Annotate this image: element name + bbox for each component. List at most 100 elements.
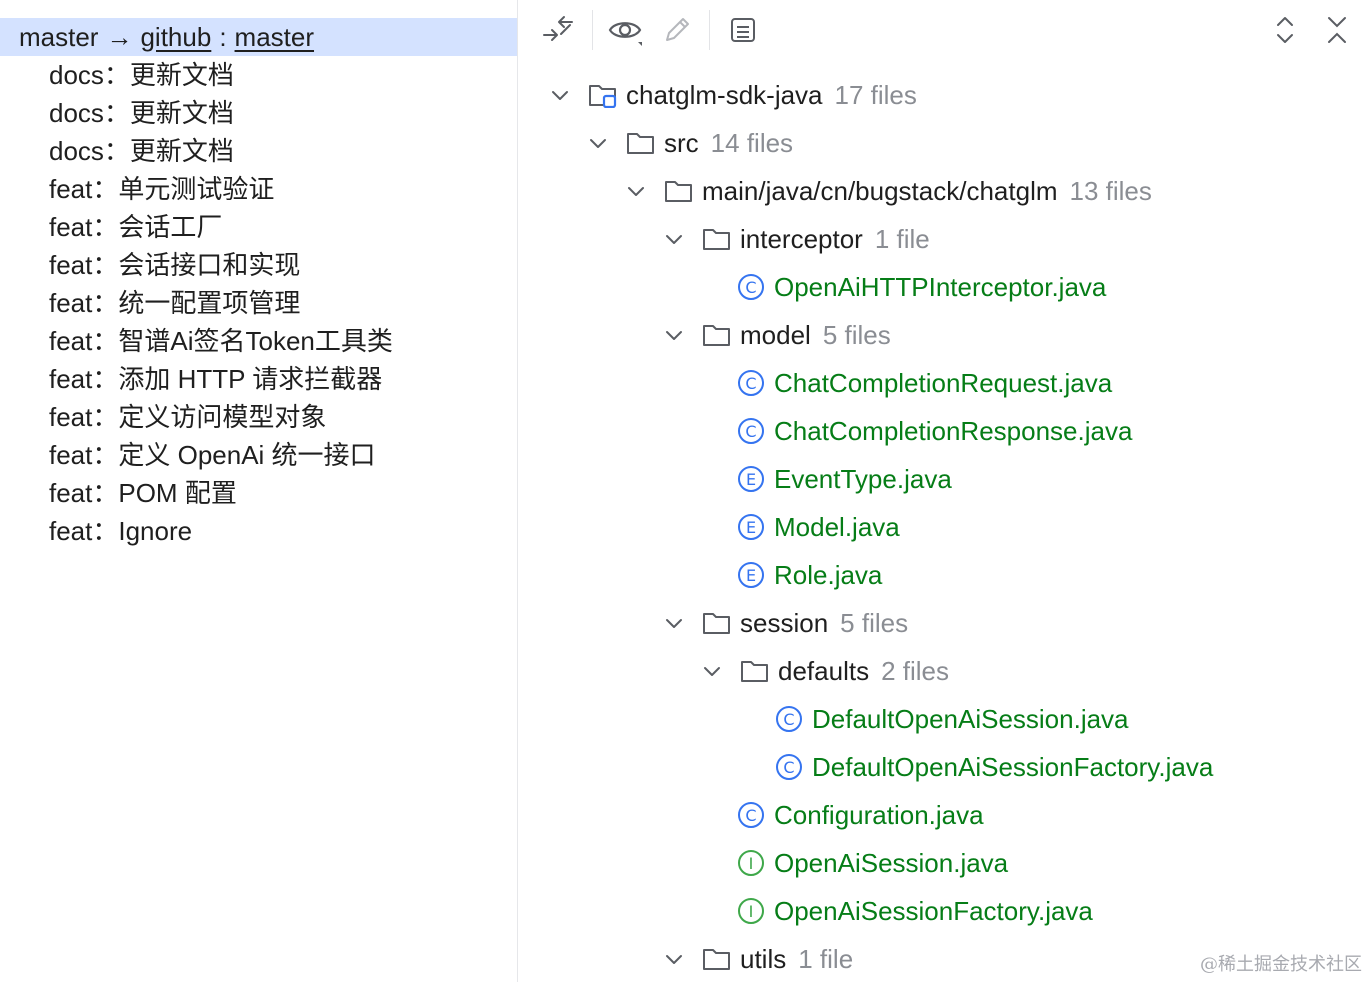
commit-item[interactable]: feat：单元测试验证 [49, 170, 393, 208]
file-count: 2 files [881, 655, 949, 686]
local-branch: master [19, 21, 99, 52]
commit-item[interactable]: feat：定义 OpenAi 统一接口 [49, 436, 393, 474]
remote-name-link[interactable]: github [140, 22, 211, 53]
toolbar [518, 0, 1370, 60]
class-icon: C [738, 370, 764, 396]
file-name: DefaultOpenAiSessionFactory.java [812, 751, 1214, 782]
class-icon: C [738, 418, 764, 444]
class-icon: C [738, 274, 764, 300]
tree-file-role[interactable]: E Role.java [738, 551, 882, 599]
file-name: ChatCompletionRequest.java [774, 367, 1113, 398]
folder-name: src [664, 127, 699, 158]
tree-node-session[interactable]: session 5 files [664, 599, 908, 647]
interface-icon: I [738, 850, 764, 876]
tree-file-openai-http-interceptor[interactable]: C OpenAiHTTPInterceptor.java [738, 263, 1106, 311]
tree-node-interceptor[interactable]: interceptor 1 file [664, 215, 930, 263]
folder-icon [741, 661, 768, 682]
close-icon[interactable] [1319, 12, 1355, 48]
class-icon: C [776, 754, 802, 780]
folder-icon [703, 325, 730, 346]
tree-node-src[interactable]: src 14 files [588, 119, 793, 167]
enum-icon: E [738, 514, 764, 540]
file-count: 1 file [874, 223, 930, 254]
file-name: Model.java [774, 511, 900, 542]
commit-item[interactable]: feat：定义访问模型对象 [49, 398, 393, 436]
tree-file-chat-completion-request[interactable]: C ChatCompletionRequest.java [738, 359, 1112, 407]
file-count: 14 files [710, 127, 794, 158]
folder-icon [703, 229, 730, 250]
commit-item[interactable]: docs：更新文档 [49, 56, 393, 94]
push-arrow-icon: → [106, 21, 133, 52]
folder-name: main/java/cn/bugstack/chatglm [702, 175, 1058, 206]
toolbar-separator [709, 10, 710, 50]
tree-node-root[interactable]: chatglm-sdk-java 17 files [550, 71, 917, 119]
tree-node-main[interactable]: main/java/cn/bugstack/chatglm 13 files [626, 167, 1152, 215]
interface-icon: I [738, 898, 764, 924]
commit-item[interactable]: feat：添加 HTTP 请求拦截器 [49, 360, 393, 398]
folder-icon [703, 613, 730, 634]
commit-item[interactable]: feat：POM 配置 [49, 474, 393, 512]
file-count: 5 files [822, 319, 891, 350]
file-name: Role.java [774, 559, 883, 590]
commit-item[interactable]: feat：会话工厂 [49, 208, 393, 246]
tree-file-chat-completion-response[interactable]: C ChatCompletionResponse.java [738, 407, 1132, 455]
commit-panel: master → github : master docs：更新文档 docs：… [0, 0, 518, 982]
file-name: Configuration.java [774, 799, 984, 830]
tree-file-openai-session[interactable]: I OpenAiSession.java [738, 839, 1008, 887]
edit-pencil-icon[interactable] [659, 12, 695, 48]
file-name: ChatCompletionResponse.java [774, 415, 1133, 446]
class-icon: C [738, 802, 764, 828]
module-folder-icon [589, 85, 617, 108]
toolbar-separator [592, 10, 593, 50]
file-name: EventType.java [774, 463, 952, 494]
commit-item[interactable]: docs：更新文档 [49, 132, 393, 170]
file-name: OpenAiHTTPInterceptor.java [774, 271, 1107, 302]
tree-file-default-openai-session[interactable]: C DefaultOpenAiSession.java [776, 695, 1129, 743]
enum-icon: E [738, 466, 764, 492]
commit-details-icon[interactable] [725, 12, 761, 48]
tree-file-openai-session-factory[interactable]: I OpenAiSessionFactory.java [738, 887, 1093, 935]
chevron-down-icon[interactable] [664, 229, 684, 249]
watermark: @稀土掘金技术社区 [1200, 954, 1362, 975]
tree-file-event-type[interactable]: E EventType.java [738, 455, 952, 503]
chevron-down-icon[interactable] [702, 661, 722, 681]
expand-collapse-icon[interactable] [1267, 12, 1303, 48]
commit-item[interactable]: docs：更新文档 [49, 94, 393, 132]
commit-item[interactable]: feat：智谱Ai签名Token工具类 [49, 322, 393, 360]
chevron-down-icon[interactable] [664, 325, 684, 345]
changed-files-panel: chatglm-sdk-java 17 files src 14 files m… [518, 0, 1370, 982]
collapse-arrows-icon[interactable] [540, 12, 576, 48]
file-count: 5 files [840, 607, 909, 638]
file-count: 13 files [1069, 175, 1152, 206]
chevron-down-icon[interactable] [664, 613, 684, 633]
file-count: 1 file [798, 943, 854, 974]
folder-icon [627, 133, 654, 154]
folder-name: utils [740, 943, 787, 974]
commit-list: docs：更新文档 docs：更新文档 docs：更新文档 feat：单元测试验… [49, 56, 393, 550]
file-name: OpenAiSessionFactory.java [774, 895, 1093, 926]
tree-file-configuration[interactable]: C Configuration.java [738, 791, 984, 839]
chevron-down-icon[interactable] [550, 85, 570, 105]
remote-branch-link[interactable]: master [235, 22, 314, 53]
chevron-down-icon[interactable] [626, 181, 646, 201]
file-count: 17 files [834, 79, 917, 110]
tree-file-model[interactable]: E Model.java [738, 503, 900, 551]
commit-item[interactable]: feat：统一配置项管理 [49, 284, 393, 322]
tree-node-utils[interactable]: utils 1 file [664, 935, 853, 983]
class-icon: C [776, 706, 802, 732]
folder-name: model [740, 319, 811, 350]
tree-file-default-openai-session-factory[interactable]: C DefaultOpenAiSessionFactory.java [776, 743, 1213, 791]
commit-item[interactable]: feat：会话接口和实现 [49, 246, 393, 284]
folder-name: chatglm-sdk-java [626, 79, 823, 110]
tree-node-model[interactable]: model 5 files [664, 311, 891, 359]
tree-node-defaults[interactable]: defaults 2 files [702, 647, 949, 695]
enum-icon: E [738, 562, 764, 588]
folder-name: defaults [778, 655, 870, 686]
eye-icon[interactable] [607, 12, 643, 48]
commit-item[interactable]: feat：Ignore [49, 512, 393, 550]
branch-header-row[interactable]: master → github : master [0, 18, 517, 56]
file-name: DefaultOpenAiSession.java [812, 703, 1129, 734]
file-name: OpenAiSession.java [774, 847, 1009, 878]
chevron-down-icon[interactable] [664, 949, 684, 969]
chevron-down-icon[interactable] [588, 133, 608, 153]
